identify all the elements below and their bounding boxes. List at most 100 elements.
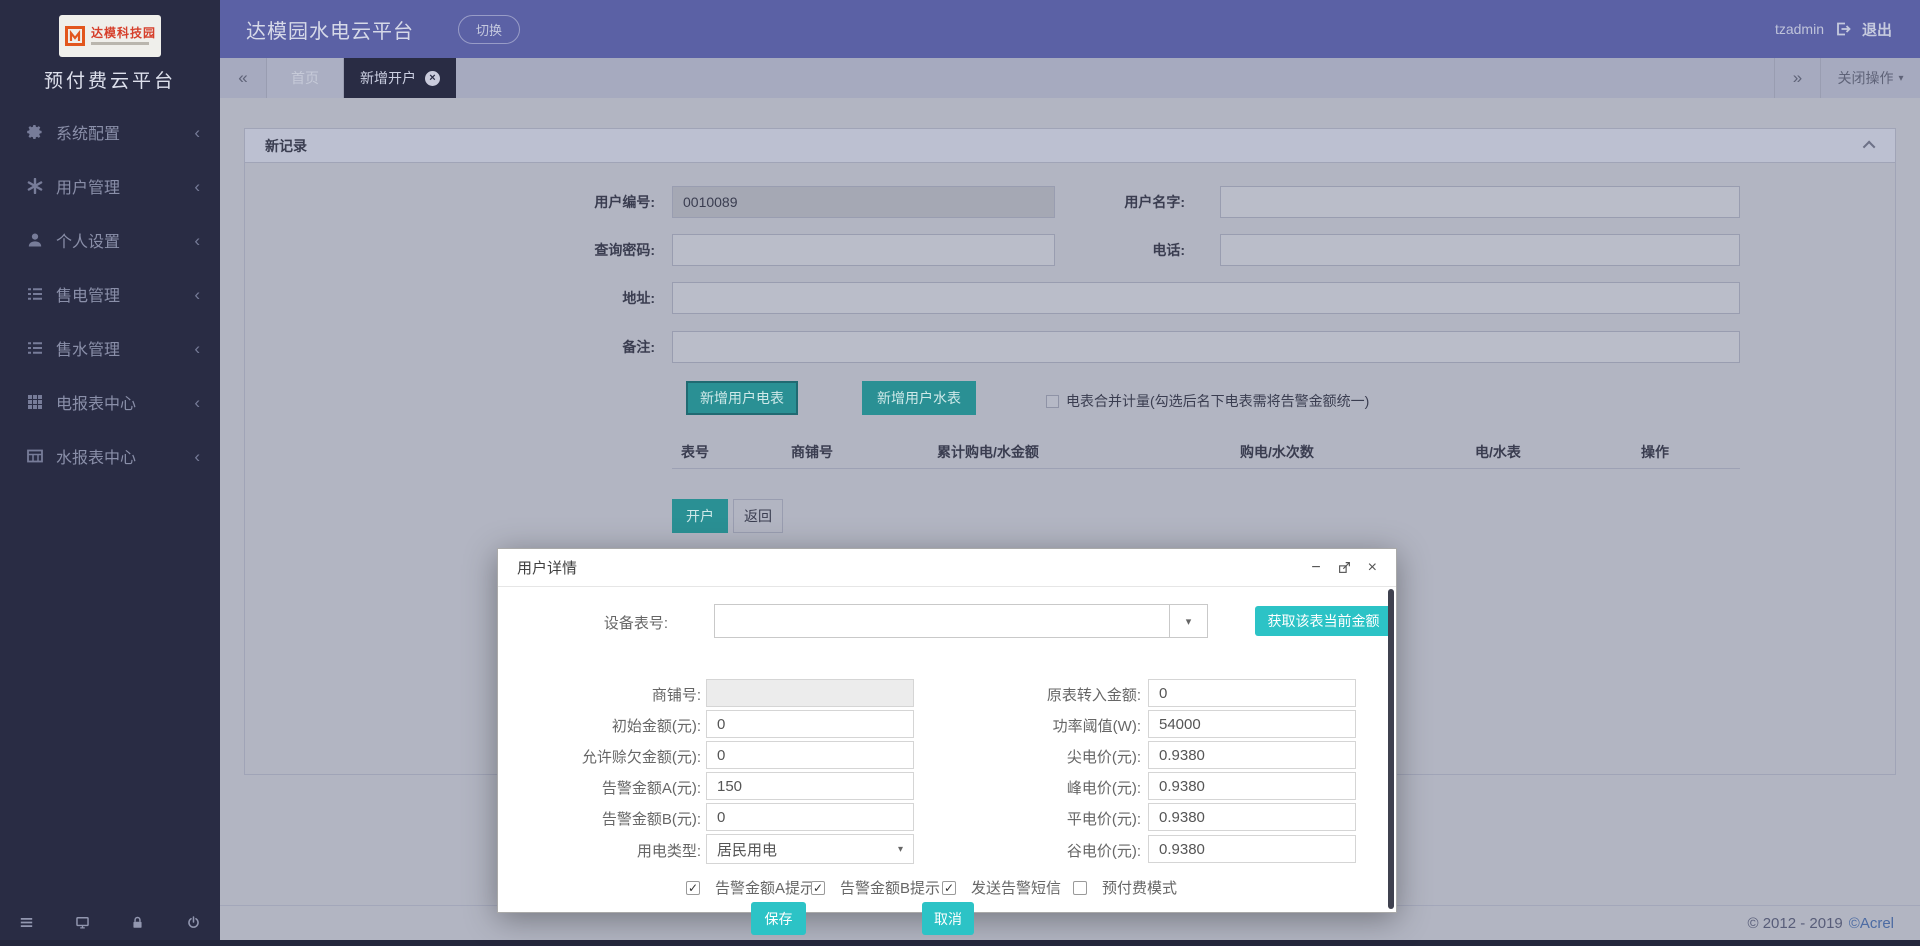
electricity-type-select[interactable]: 居民用电 ▾ bbox=[706, 834, 914, 864]
sidebar-item-user-management[interactable]: 用户管理 ‹ bbox=[0, 159, 220, 213]
transfer-amount-field[interactable] bbox=[1148, 679, 1356, 707]
list-icon bbox=[27, 340, 43, 356]
power-icon[interactable] bbox=[187, 916, 200, 929]
peak-price-label: 峰电价(元): bbox=[951, 777, 1141, 798]
asterisk-icon bbox=[27, 178, 43, 194]
close-icon[interactable]: × bbox=[1368, 560, 1377, 576]
user-detail-modal: 用户详情 − × 设备表号: ▾ 获取该表当前金额 商铺号: 初始金额(元): … bbox=[497, 548, 1397, 913]
power-threshold-label: 功率阈值(W): bbox=[951, 715, 1141, 736]
save-button[interactable]: 保存 bbox=[751, 902, 806, 935]
modal-scrollbar[interactable] bbox=[1388, 589, 1394, 909]
transfer-amount-label: 原表转入金额: bbox=[951, 684, 1141, 705]
tab-close-icon[interactable]: × bbox=[425, 71, 440, 86]
chevron-left-icon: ‹ bbox=[194, 340, 200, 357]
sidebar-item-system-config[interactable]: 系统配置 ‹ bbox=[0, 105, 220, 159]
query-password-field[interactable] bbox=[672, 234, 1055, 266]
gear-icon bbox=[27, 124, 43, 140]
prepaid-mode-checkbox[interactable] bbox=[1073, 881, 1087, 895]
table-header-purchase-count: 购电/水次数 bbox=[1240, 442, 1314, 462]
sidebar-item-electricity-report-center[interactable]: 电报表中心 ‹ bbox=[0, 375, 220, 429]
modal-header: 用户详情 − × bbox=[498, 549, 1396, 587]
collapse-panel-icon[interactable] bbox=[1863, 141, 1876, 154]
alarm-a-tip-label: 告警金额A提示 bbox=[715, 877, 815, 898]
alarm-amount-b-label: 告警金额B(元): bbox=[511, 808, 701, 829]
initial-amount-field[interactable] bbox=[706, 710, 914, 738]
switch-button[interactable]: 切换 bbox=[458, 15, 520, 44]
chevron-left-icon: ‹ bbox=[194, 124, 200, 141]
scroll-tabs-right-button[interactable]: » bbox=[1774, 58, 1820, 98]
peak-price-field[interactable] bbox=[1148, 772, 1356, 800]
sidebar-item-label: 系统配置 bbox=[56, 120, 120, 144]
device-meter-label: 设备表号: bbox=[518, 612, 668, 633]
sidebar-item-water-sales[interactable]: 售水管理 ‹ bbox=[0, 321, 220, 375]
phone-field[interactable] bbox=[1220, 234, 1740, 266]
monitor-icon[interactable] bbox=[76, 916, 89, 929]
flat-price-field[interactable] bbox=[1148, 803, 1356, 831]
combo-dropdown-button[interactable]: ▾ bbox=[1169, 605, 1207, 637]
app-title: 达模园水电云平台 bbox=[246, 15, 414, 44]
logout-icon[interactable] bbox=[1835, 21, 1851, 37]
alarm-amount-a-field[interactable] bbox=[706, 772, 914, 800]
device-meter-combobox[interactable]: ▾ bbox=[714, 604, 1208, 638]
chevron-down-icon: ▾ bbox=[898, 844, 903, 855]
sidebar-menu: 系统配置 ‹ 用户管理 ‹ 个人设置 ‹ 售电管理 ‹ bbox=[0, 105, 220, 483]
user-icon bbox=[27, 232, 43, 248]
allowed-arrears-field[interactable] bbox=[706, 741, 914, 769]
minimize-icon[interactable]: − bbox=[1311, 560, 1320, 576]
phone-label: 电话: bbox=[1025, 234, 1185, 266]
sidebar-item-personal-settings[interactable]: 个人设置 ‹ bbox=[0, 213, 220, 267]
alarm-amount-b-field[interactable] bbox=[706, 803, 914, 831]
sidebar-item-water-report-center[interactable]: 水报表中心 ‹ bbox=[0, 429, 220, 483]
logo-title: 达模科技园 bbox=[91, 27, 156, 40]
send-alarm-sms-checkbox[interactable] bbox=[942, 881, 956, 895]
alarm-a-tip-checkbox[interactable] bbox=[686, 881, 700, 895]
sidebar-item-label: 电报表中心 bbox=[56, 390, 136, 414]
fetch-current-amount-button[interactable]: 获取该表当前金额 bbox=[1255, 606, 1392, 636]
modal-body: 设备表号: ▾ 获取该表当前金额 商铺号: 初始金额(元): 允许赊欠金额(元)… bbox=[498, 587, 1396, 912]
alarm-b-tip-label: 告警金额B提示 bbox=[840, 877, 940, 898]
close-operations-dropdown[interactable]: 关闭操作 ▾ bbox=[1820, 58, 1920, 98]
remark-field[interactable] bbox=[672, 331, 1740, 363]
add-water-meter-button[interactable]: 新增用户水表 bbox=[862, 381, 976, 415]
address-field[interactable] bbox=[672, 282, 1740, 314]
table-icon bbox=[27, 448, 43, 464]
cancel-button[interactable]: 取消 bbox=[922, 902, 974, 935]
user-name-field[interactable] bbox=[1220, 186, 1740, 218]
add-electric-meter-button[interactable]: 新增用户电表 bbox=[686, 381, 798, 415]
prepaid-mode-option: 预付费模式 bbox=[1073, 877, 1177, 898]
sidebar-item-electricity-sales[interactable]: 售电管理 ‹ bbox=[0, 267, 220, 321]
electricity-type-label: 用电类型: bbox=[511, 840, 701, 861]
panel-title: 新记录 bbox=[265, 136, 307, 156]
table-header-meter-type: 电/水表 bbox=[1475, 442, 1521, 462]
valley-price-field[interactable] bbox=[1148, 835, 1356, 863]
alarm-b-tip-checkbox[interactable] bbox=[811, 881, 825, 895]
shop-no-field[interactable] bbox=[706, 679, 914, 707]
initial-amount-label: 初始金额(元): bbox=[511, 715, 701, 736]
merge-metering-checkbox[interactable] bbox=[1046, 395, 1059, 408]
menu-icon[interactable] bbox=[20, 916, 33, 929]
double-chevron-left-icon: « bbox=[238, 68, 247, 88]
lock-icon[interactable] bbox=[131, 916, 144, 929]
allowed-arrears-label: 允许赊欠金额(元): bbox=[511, 746, 701, 767]
sharp-price-field[interactable] bbox=[1148, 741, 1356, 769]
open-account-button[interactable]: 开户 bbox=[672, 499, 728, 533]
shop-no-label: 商铺号: bbox=[511, 684, 701, 705]
tab-new-account[interactable]: 新增开户 × bbox=[344, 58, 456, 98]
scroll-tabs-left-button[interactable]: « bbox=[220, 58, 266, 98]
sharp-price-label: 尖电价(元): bbox=[951, 746, 1141, 767]
user-no-field[interactable] bbox=[672, 186, 1055, 218]
maximize-icon[interactable] bbox=[1338, 561, 1351, 574]
back-button[interactable]: 返回 bbox=[733, 499, 783, 533]
sidebar: 达模科技园 预付费云平台 系统配置 ‹ 用户管理 ‹ 个人设置 ‹ bbox=[0, 0, 220, 946]
power-threshold-field[interactable] bbox=[1148, 710, 1356, 738]
chevron-down-icon: ▾ bbox=[1186, 615, 1192, 628]
user-no-label: 用户编号: bbox=[485, 186, 655, 218]
send-alarm-sms-label: 发送告警短信 bbox=[971, 877, 1061, 898]
query-password-label: 查询密码: bbox=[485, 234, 655, 266]
sidebar-item-label: 个人设置 bbox=[56, 228, 120, 252]
logout-button[interactable]: 退出 bbox=[1862, 19, 1892, 40]
tab-home[interactable]: 首页 bbox=[266, 58, 344, 98]
chevron-left-icon: ‹ bbox=[194, 448, 200, 465]
brand-link[interactable]: ©Acrel bbox=[1849, 915, 1894, 932]
table-header-actions: 操作 bbox=[1641, 442, 1669, 462]
